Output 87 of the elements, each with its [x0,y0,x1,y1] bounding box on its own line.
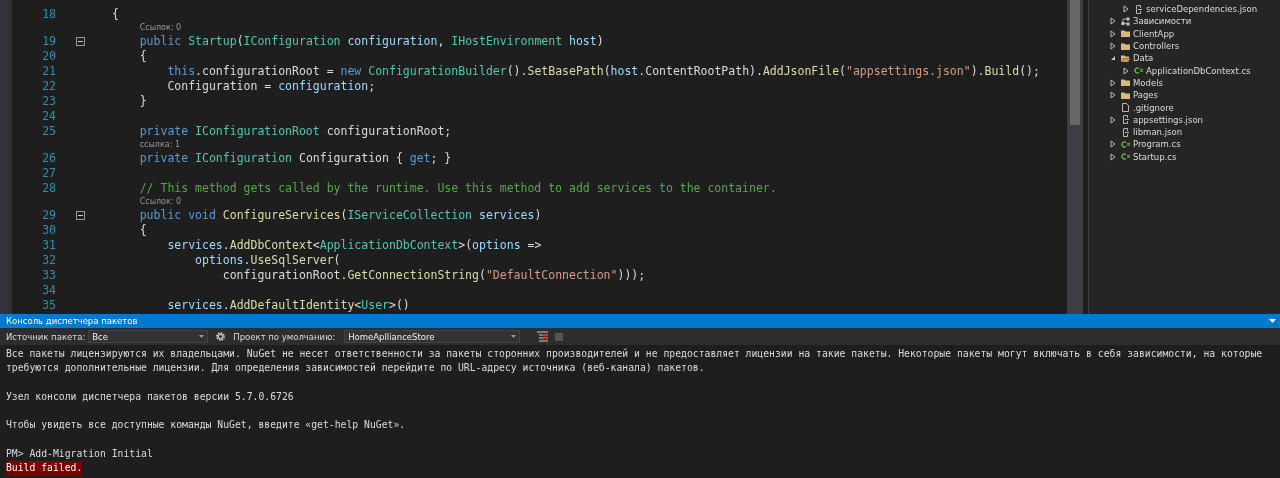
tree-item[interactable]: .gitignore [1133,102,1174,113]
code-line: private IConfigurationRoot configurationRoot; [138,124,452,138]
tree-item[interactable]: Зависимости [1133,16,1192,27]
panel-title: Консоль диспетчера пакетов [6,316,138,326]
console-output-line: Все пакеты лицензируются их владельцами. NuGet не несет ответственности за пакеты сторонних производителей и не предоставляет лицензии на такие пакеты. Некоторые пакеты могут включать в себя зависимости, на которые [6,347,1263,361]
line-number: 33 [41,268,56,282]
config-file-icon [1121,127,1130,137]
collapse-icon[interactable] [76,36,85,46]
line-number: 29 [41,208,56,222]
code-line: configurationRoot.GetConnectionString("DefaultConnection"))); [221,268,646,282]
expand-arrow-icon[interactable] [1109,29,1117,38]
settings-icon[interactable] [215,331,227,342]
package-source-dropdown[interactable]: Все [88,330,209,343]
line-number: 21 [41,64,56,78]
source-label: Источник пакета: [6,331,86,342]
tree-item[interactable]: ClientApp [1133,28,1175,39]
line-number: 28 [41,181,56,195]
expand-arrow-icon[interactable] [1122,66,1130,75]
tree-item[interactable]: ApplicationDbContext.cs [1146,65,1251,76]
code-line: public Startup(IConfiguration configuration, IHostEnvironment host) [138,34,604,48]
csharp-file-icon [1121,152,1130,162]
tree-item[interactable]: appsettings.json [1133,114,1203,125]
expand-arrow-icon[interactable] [1109,140,1117,149]
code-line: // This method gets called by the runtime. Use this method to add services to the container. [138,181,777,195]
line-number: 34 [41,283,56,297]
code-line: { [138,223,147,237]
console-output-line: Узел консоли диспетчера пакетов версии 5.7.0.6726 [6,389,294,404]
expand-arrow-icon[interactable] [1109,152,1117,161]
expand-arrow-icon[interactable] [1122,5,1130,14]
csharp-file-icon [1134,66,1143,76]
config-file-icon [1121,115,1130,125]
line-number: 24 [41,109,56,123]
code-line: { [111,7,119,21]
expand-arrow-icon[interactable] [1109,115,1117,124]
expand-arrow-icon[interactable] [1109,78,1117,87]
line-number: 35 [41,298,56,312]
default-project-dropdown[interactable]: HomeApllianceStore [344,330,521,343]
expand-arrow-icon[interactable] [1109,42,1117,51]
code-line: public void ConfigureServices(IServiceCollection services) [138,208,542,222]
collapse-arrow-icon[interactable] [1109,54,1117,63]
tree-item[interactable]: Data [1133,53,1154,64]
codelens-references[interactable]: ссылка: 1 [139,140,180,149]
line-number: 19 [41,34,56,48]
console-output-line: Чтобы увидеть все доступные команды NuGet, введите «get-help NuGet». [6,418,406,433]
console-output-line: PM> Add-Migration Initial [6,447,153,462]
line-number: 20 [41,49,56,63]
code-line: private IConfiguration Configuration { get; } [138,151,452,165]
dependencies-icon [1121,16,1130,26]
console-output-line: требуются дополнительные лицензии. Для определения зависимостей перейдите по URL-адресу источника (веб-канала) пакетов. [6,361,705,376]
tree-item[interactable]: libman.json [1133,127,1183,138]
code-line: options.UseSqlServer( [194,253,341,267]
collapse-icon[interactable] [76,210,85,220]
open-folder-icon [1121,53,1130,63]
code-line: { [138,49,147,63]
codelens-references[interactable]: Ссылок: 0 [139,197,182,206]
csharp-file-icon [1121,139,1130,149]
code-line: Configuration = configuration; [166,79,376,93]
code-line: services.AddDefaultIdentity<User>() [166,298,410,312]
clear-console-icon[interactable] [537,331,549,342]
line-number: 32 [41,253,56,267]
line-number: 26 [41,151,56,165]
codelens-references[interactable]: Ссылок: 0 [139,23,182,32]
expand-arrow-icon[interactable] [1109,17,1117,26]
file-icon [1121,103,1130,112]
line-number: 18 [41,7,56,21]
tree-item[interactable]: Models [1133,77,1163,88]
line-number: 23 [41,94,56,108]
scrollbar[interactable] [1067,0,1083,314]
line-number: 27 [41,166,56,180]
dropdown-arrow-icon[interactable] [1269,318,1276,324]
line-number: 30 [41,223,56,237]
caret-icon[interactable] [511,335,517,338]
tree-item[interactable]: Program.cs [1133,139,1181,150]
code-line: this.configurationRoot = new ConfigurationBuilder().SetBasePath(host.ContentRootPath).AddJsonFile("appsettings.json").Build(); [166,64,1040,78]
project-label: Проект по умолчанию: [233,331,336,342]
line-number: 31 [41,238,56,252]
tree-item[interactable]: serviceDependencies.json [1146,4,1258,15]
config-file-icon [1134,4,1143,14]
line-number: 22 [41,79,56,93]
code-line: } [138,94,147,108]
tree-item[interactable]: Startup.cs [1133,151,1177,162]
tree-item[interactable]: Pages [1133,90,1158,101]
tree-item[interactable]: Controllers [1133,41,1180,52]
line-number: 25 [41,124,56,138]
expand-arrow-icon[interactable] [1109,91,1117,100]
caret-icon[interactable] [199,335,205,338]
code-line: services.AddDbContext<ApplicationDbContext>(options => [166,238,542,252]
